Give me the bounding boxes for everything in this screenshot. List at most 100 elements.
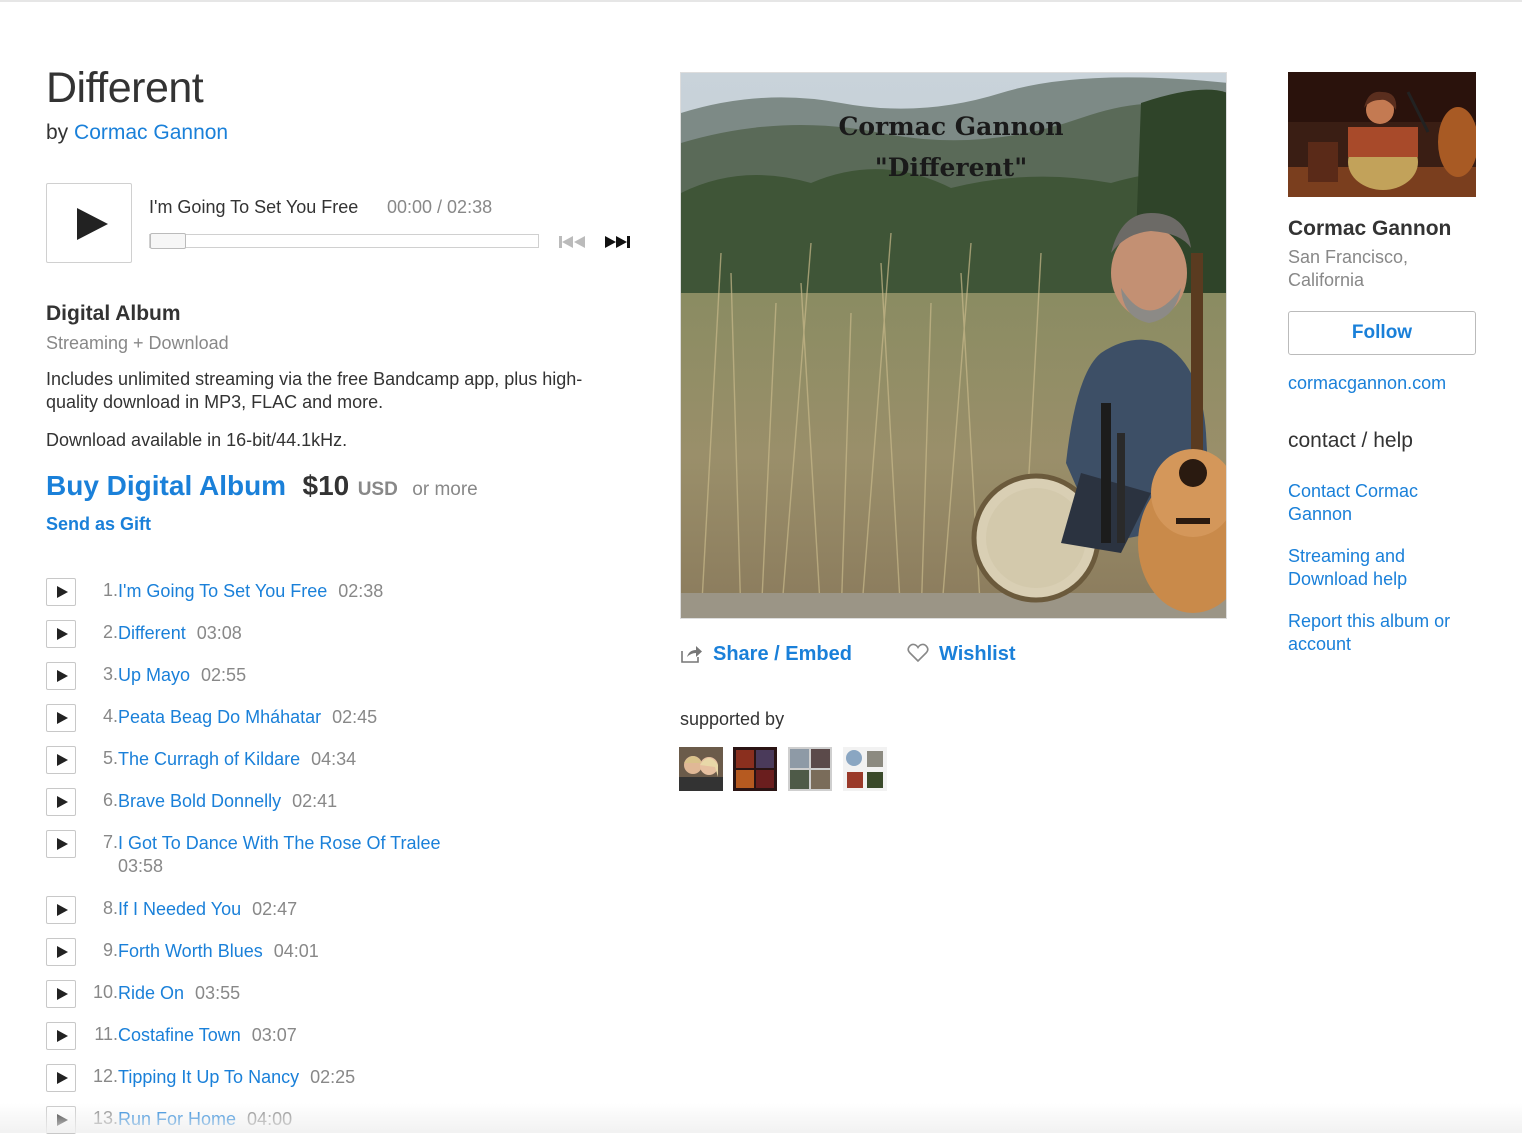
track-play-button[interactable] [46, 788, 76, 816]
play-icon [57, 1030, 68, 1042]
track-info: I'm Going To Set You Free 02:38 [118, 580, 478, 603]
supported-by-label: supported by [680, 709, 785, 729]
artist-location: San Francisco, California [1288, 247, 1409, 290]
track-title-link[interactable]: Forth Worth Blues [118, 941, 263, 961]
progress-thumb[interactable] [150, 233, 186, 249]
contact-help-heading: contact / help [1288, 429, 1413, 452]
track-info: Run For Home 04:00 [118, 1108, 478, 1131]
track-play-button[interactable] [46, 1106, 76, 1134]
previous-track-icon[interactable] [557, 233, 587, 251]
artist-link[interactable]: Cormac Gannon [74, 121, 228, 144]
follow-button[interactable]: Follow [1288, 311, 1476, 355]
track-info: If I Needed You 02:47 [118, 898, 478, 921]
track-play-button[interactable] [46, 578, 76, 606]
track-title-link[interactable]: Costafine Town [118, 1025, 241, 1045]
next-track-icon[interactable] [603, 233, 633, 251]
track-play-button[interactable] [46, 620, 76, 648]
streaming-download-help-link[interactable]: Streaming and Download help [1288, 545, 1478, 591]
track-number: 9. [102, 940, 118, 960]
now-playing-time: 00:00 / 02:38 [387, 197, 493, 217]
track-row: 8. If I Needed You 02:47 [46, 896, 646, 938]
artist-website-link[interactable]: cormacgannon.com [1288, 373, 1446, 394]
send-as-gift-link[interactable]: Send as Gift [46, 514, 151, 535]
track-duration: 02:38 [338, 581, 384, 601]
track-row: 9. Forth Worth Blues 04:01 [46, 938, 646, 980]
track-play-button[interactable] [46, 830, 76, 858]
track-play-button[interactable] [46, 662, 76, 690]
track-info: I Got To Dance With The Rose Of Tralee 03… [118, 832, 478, 878]
track-number: 3. [102, 664, 118, 684]
report-album-link[interactable]: Report this album or account [1288, 610, 1478, 656]
track-title-link[interactable]: Ride On [118, 983, 184, 1003]
buy-digital-album-link[interactable]: Buy Digital Album [46, 470, 286, 501]
play-icon [57, 988, 68, 1000]
track-title-link[interactable]: Different [118, 623, 186, 643]
track-duration: 02:41 [292, 791, 338, 811]
track-play-button[interactable] [46, 1064, 76, 1092]
track-info: Forth Worth Blues 04:01 [118, 940, 478, 963]
progress-bar[interactable] [149, 233, 539, 249]
track-number: 6. [102, 790, 118, 810]
track-row: 10. Ride On 03:55 [46, 980, 646, 1022]
buy-row: Buy Digital Album $10 USD or more [46, 470, 478, 502]
track-title-link[interactable]: Run For Home [118, 1109, 236, 1129]
track-row: 13. Run For Home 04:00 [46, 1106, 646, 1148]
download-format: Download available in 16-bit/44.1kHz. [46, 430, 348, 450]
track-number: 12. [92, 1066, 118, 1086]
track-number: 8. [102, 898, 118, 918]
track-duration: 02:55 [201, 665, 247, 685]
artist-photo[interactable] [1288, 72, 1476, 197]
track-info: Ride On 03:55 [118, 982, 478, 1005]
track-play-button[interactable] [46, 938, 76, 966]
track-title-link[interactable]: The Curragh of Kildare [118, 749, 300, 769]
track-duration: 03:58 [118, 856, 164, 876]
album-cover[interactable]: Cormac Gannon "Different" [680, 72, 1227, 619]
track-info: Tipping It Up To Nancy 02:25 [118, 1066, 478, 1089]
track-duration: 03:55 [195, 983, 241, 1003]
track-duration: 02:47 [252, 899, 298, 919]
artist-name[interactable]: Cormac Gannon [1288, 217, 1451, 241]
track-play-button[interactable] [46, 746, 76, 774]
track-title-link[interactable]: I Got To Dance With The Rose Of Tralee [118, 833, 440, 853]
track-title-link[interactable]: Brave Bold Donnelly [118, 791, 281, 811]
track-duration: 02:25 [310, 1067, 356, 1087]
share-embed-link[interactable]: Share / Embed [680, 643, 852, 666]
track-play-button[interactable] [46, 704, 76, 732]
track-info: Costafine Town 03:07 [118, 1024, 478, 1047]
supporter-avatar[interactable] [733, 747, 777, 791]
track-title-link[interactable]: If I Needed You [118, 899, 241, 919]
track-info: Up Mayo 02:55 [118, 664, 478, 687]
track-title-link[interactable]: I'm Going To Set You Free [118, 581, 327, 601]
byline-prefix: by [46, 121, 69, 144]
contact-artist-link[interactable]: Contact Cormac Gannon [1288, 480, 1478, 526]
track-title-link[interactable]: Peata Beag Do Mháhatar [118, 707, 321, 727]
supporter-avatar[interactable] [679, 747, 723, 791]
heart-icon [907, 643, 929, 663]
track-title-link[interactable]: Tipping It Up To Nancy [118, 1067, 299, 1087]
track-row: 11. Costafine Town 03:07 [46, 1022, 646, 1064]
supporter-avatar[interactable] [843, 747, 887, 791]
wishlist-link[interactable]: Wishlist [907, 643, 1016, 666]
play-icon [57, 628, 68, 640]
track-number: 1. [102, 580, 118, 600]
supporter-avatar[interactable] [788, 747, 832, 791]
play-icon [57, 670, 68, 682]
track-title-link[interactable]: Up Mayo [118, 665, 190, 685]
track-row: 12. Tipping It Up To Nancy 02:25 [46, 1064, 646, 1106]
digital-album-description: Includes unlimited streaming via the fre… [46, 369, 583, 412]
track-info: Different 03:08 [118, 622, 478, 645]
track-number: 4. [102, 706, 118, 726]
track-row: 6. Brave Bold Donnelly 02:41 [46, 788, 646, 830]
track-duration: 04:34 [311, 749, 357, 769]
track-play-button[interactable] [46, 980, 76, 1008]
play-icon [77, 208, 108, 240]
play-button[interactable] [46, 183, 132, 263]
track-play-button[interactable] [46, 896, 76, 924]
play-icon [57, 712, 68, 724]
track-number: 10. [92, 982, 118, 1002]
track-number: 11. [94, 1024, 118, 1044]
play-icon [57, 1072, 68, 1084]
wishlist-label: Wishlist [939, 643, 1016, 665]
track-play-button[interactable] [46, 1022, 76, 1050]
track-row: 7. I Got To Dance With The Rose Of Tralee… [46, 830, 646, 896]
